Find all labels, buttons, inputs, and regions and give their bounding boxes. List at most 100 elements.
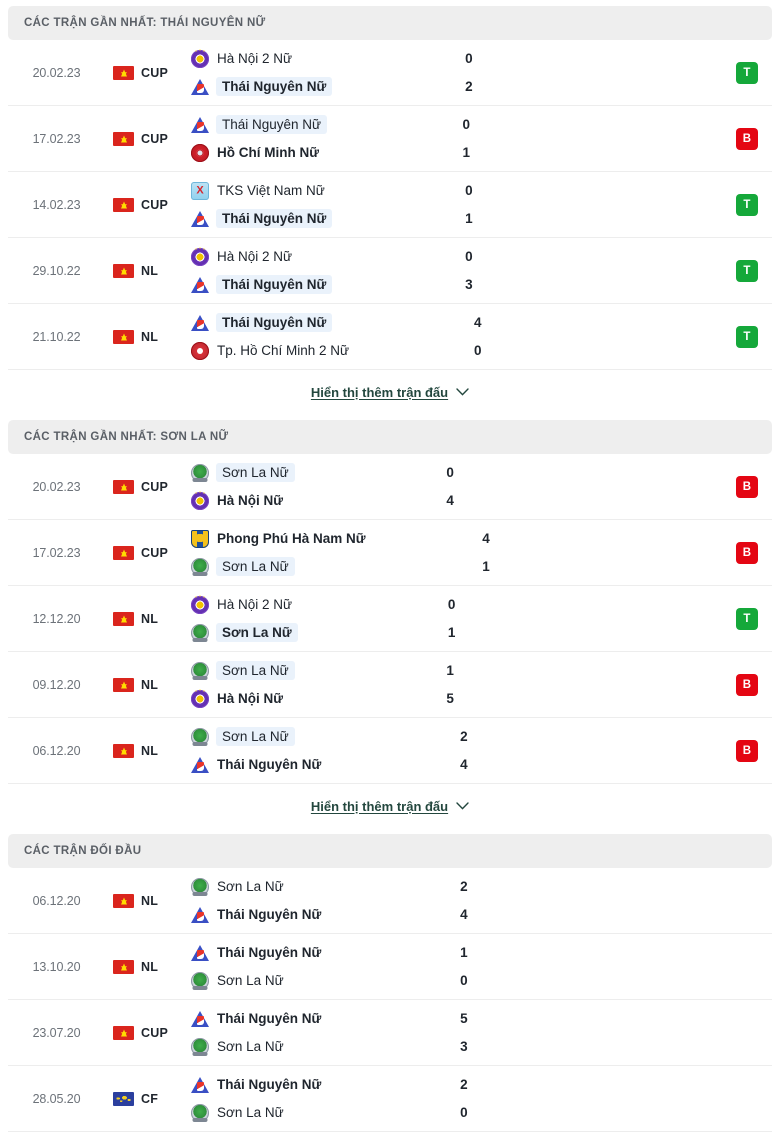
thainguyen-logo-icon: [191, 1010, 209, 1028]
team-name: Tp. Hồ Chí Minh 2 Nữ: [217, 343, 350, 358]
match-date: 28.05.20: [32, 1091, 81, 1106]
table-row[interactable]: 14.02.23 CUP TKS Việt Nam Nữ Thái Nguyên Nữ…: [8, 172, 772, 238]
team-line: Sơn La Nữ: [191, 727, 454, 746]
team-line: Thái Nguyên Nữ: [191, 209, 459, 228]
result-cell: B: [626, 520, 772, 585]
result-badge: T: [736, 325, 758, 348]
home-score: 0: [462, 117, 471, 132]
away-score: 2: [465, 79, 473, 94]
table-row[interactable]: 13.10.20 NL Thái Nguyên Nữ Sơn La Nữ 1 0: [8, 934, 772, 1000]
sonla-logo-icon: [191, 557, 209, 576]
team-line: Sơn La Nữ: [191, 1103, 454, 1122]
teams-cell: Thái Nguyên Nữ Sơn La Nữ: [185, 934, 454, 999]
vietnam-flag-icon: [113, 329, 134, 344]
scores-cell: 02: [459, 40, 609, 105]
team-line: Phong Phú Hà Nam Nữ: [191, 529, 476, 548]
show-more-wrap: Hiển thị thêm trận đấu: [8, 370, 772, 414]
sonla-logo-icon: [191, 661, 209, 680]
competition-label: NL: [141, 959, 159, 974]
team-name: Thái Nguyên Nữ: [216, 313, 333, 332]
table-row[interactable]: 23.07.20 CUP Thái Nguyên Nữ Sơn La Nữ 5 3: [8, 1000, 772, 1066]
result-cell: T: [618, 304, 772, 369]
competition-cell: NL: [105, 238, 185, 303]
competition-label: NL: [141, 611, 159, 626]
match-list: 20.02.23 CUP Hà Nội 2 Nữ Thái Nguyên Nữ 0 2 T 1…: [8, 40, 772, 370]
table-row[interactable]: 21.10.22 NL Thái Nguyên Nữ Tp. Hồ Chí Minh …: [8, 304, 772, 370]
result-cell: T: [609, 40, 772, 105]
sonla-logo-icon: [191, 1103, 209, 1122]
competition-cell: CUP: [105, 172, 185, 237]
hanoi-logo-icon: [191, 247, 209, 266]
team-name: Sơn La Nữ: [216, 623, 298, 642]
teams-cell: Thái Nguyên Nữ Hồ Chí Minh Nữ: [185, 106, 457, 171]
show-more-button[interactable]: Hiển thị thêm trận đấu: [311, 385, 469, 400]
team-line: Thái Nguyên Nữ: [191, 755, 454, 774]
team-name: Thái Nguyên Nữ: [216, 115, 328, 134]
result-cell: T: [609, 238, 772, 303]
section-header-recent-son-la: CÁC TRẬN GẦN NHẤT: SƠN LA NỮ: [8, 420, 772, 454]
result-cell: [604, 1066, 772, 1131]
table-row[interactable]: 17.02.23 CUP Thái Nguyên Nữ Hồ Chí Minh Nữ 0…: [8, 106, 772, 172]
chevron-down-icon: [456, 802, 469, 810]
table-row[interactable]: 17.02.23 CUP Phong Phú Hà Nam Nữ Sơn La Nữ 4…: [8, 520, 772, 586]
sonla-logo-icon: [191, 971, 209, 990]
team-line: Thái Nguyên Nữ: [191, 1009, 454, 1028]
scores-cell: 40: [468, 304, 618, 369]
home-score: 0: [465, 51, 473, 66]
competition-cell: NL: [105, 934, 185, 999]
table-row[interactable]: 28.05.20 CF Thái Nguyên Nữ Sơn La Nữ 2 0: [8, 1066, 772, 1132]
match-date: 20.02.23: [32, 479, 81, 494]
thainguyen-logo-icon: [191, 314, 209, 332]
table-row[interactable]: 12.12.20 NL Hà Nội 2 Nữ Sơn La Nữ 0 1 T: [8, 586, 772, 652]
away-score: 3: [465, 277, 473, 292]
teams-cell: Hà Nội 2 Nữ Sơn La Nữ: [185, 586, 442, 651]
scores-cell: 04: [440, 454, 590, 519]
vietnam-flag-icon: [113, 893, 134, 908]
thainguyen-logo-icon: [191, 210, 209, 228]
table-row[interactable]: 06.12.20 NL Sơn La Nữ Thái Nguyên Nữ 2 4 B: [8, 718, 772, 784]
team-line: Hà Nội 2 Nữ: [191, 247, 459, 266]
competition-label: CUP: [141, 197, 168, 212]
team-line: Sơn La Nữ: [191, 877, 454, 896]
vietnam-flag-icon: [113, 959, 134, 974]
table-row[interactable]: 29.10.22 NL Hà Nội 2 Nữ Thái Nguyên Nữ 0 3 T: [8, 238, 772, 304]
show-more-wrap: Hiển thị thêm trận đấu: [8, 784, 772, 828]
table-row[interactable]: 06.12.20 NL Sơn La Nữ Thái Nguyên Nữ 2 4: [8, 868, 772, 934]
show-more-button[interactable]: Hiển thị thêm trận đấu: [311, 799, 469, 814]
result-placeholder: [736, 890, 758, 912]
match-date: 06.12.20: [32, 893, 81, 908]
competition-label: CUP: [141, 545, 168, 560]
table-row[interactable]: 20.02.23 CUP Sơn La Nữ Hà Nội Nữ 0 4 B: [8, 454, 772, 520]
section-recent-son-la: CÁC TRẬN GẦN NHẤT: SƠN LA NỮ 20.02.23 CUP S…: [8, 420, 772, 828]
competition-cell: NL: [105, 304, 185, 369]
teams-cell: Sơn La Nữ Hà Nội Nữ: [185, 652, 440, 717]
thainguyen-logo-icon: [191, 944, 209, 962]
result-placeholder: [736, 956, 758, 978]
vietnam-flag-icon: [113, 611, 134, 626]
home-score: 4: [474, 315, 482, 330]
hanoi-logo-icon: [191, 491, 209, 510]
competition-cell: NL: [105, 586, 185, 651]
hanoi-logo-icon: [191, 595, 209, 614]
table-row[interactable]: 09.12.20 NL Sơn La Nữ Hà Nội Nữ 1 5 B: [8, 652, 772, 718]
scores-cell: 15: [440, 652, 590, 717]
home-score: 5: [460, 1011, 468, 1026]
thainguyen-logo-icon: [191, 1076, 209, 1094]
away-score: 1: [447, 625, 456, 640]
team-name: Thái Nguyên Nữ: [217, 945, 322, 960]
team-name: Sơn La Nữ: [216, 557, 295, 576]
home-score: 4: [482, 531, 490, 546]
result-placeholder: [736, 1022, 758, 1044]
away-score: 5: [446, 691, 454, 706]
result-cell: B: [590, 454, 772, 519]
competition-cell: CF: [105, 1066, 185, 1131]
hanoi-logo-icon: [191, 689, 209, 708]
result-badge: T: [736, 607, 759, 630]
scores-cell: 20: [454, 1066, 604, 1131]
match-date: 29.10.22: [32, 263, 81, 278]
home-score: 2: [460, 1077, 468, 1092]
team-name: Thái Nguyên Nữ: [216, 209, 333, 228]
table-row[interactable]: 20.02.23 CUP Hà Nội 2 Nữ Thái Nguyên Nữ 0 2 T: [8, 40, 772, 106]
teams-cell: TKS Việt Nam Nữ Thái Nguyên Nữ: [185, 172, 459, 237]
phonghpu-logo-icon: [191, 529, 209, 548]
